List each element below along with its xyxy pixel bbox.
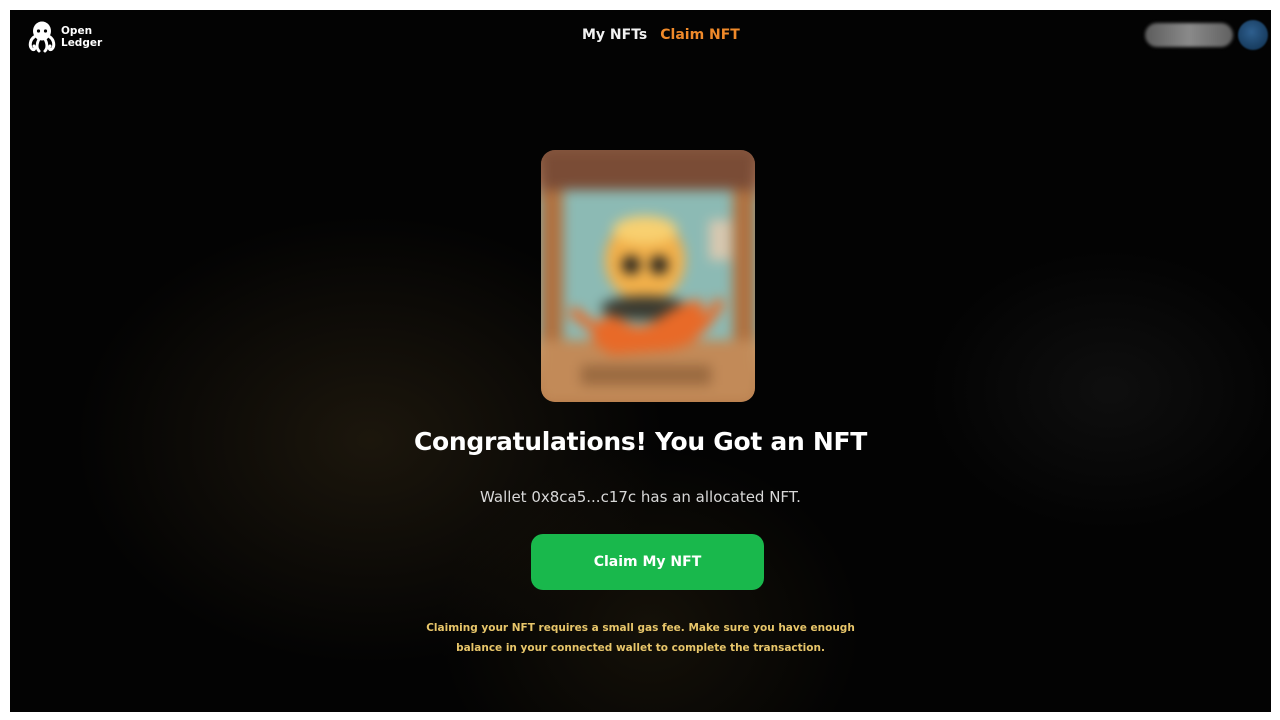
avatar[interactable] [1238, 20, 1268, 50]
top-nav: My NFTs Claim NFT [582, 27, 740, 43]
nav-my-nfts[interactable]: My NFTs [582, 27, 647, 43]
gas-fee-note: Claiming your NFT requires a small gas f… [426, 622, 855, 654]
logo-line-2: Ledger [61, 37, 103, 49]
nav-claim-nft[interactable]: Claim NFT [660, 27, 740, 43]
page-title: Congratulations! You Got an NFT [413, 427, 868, 456]
nft-image [541, 150, 755, 402]
octopus-icon [28, 21, 56, 53]
app-frame: Open Ledger My NFTs Claim NFT Congratula… [10, 10, 1271, 712]
logo[interactable]: Open Ledger [27, 20, 102, 54]
logo-text: Open Ledger [61, 25, 102, 49]
wallet-allocation-message: Wallet 0x8ca5...c17c has an allocated NF… [480, 488, 801, 506]
wallet-address-pill[interactable] [1145, 23, 1233, 47]
claim-my-nft-button[interactable]: Claim My NFT [531, 534, 764, 590]
logo-line-1: Open [61, 25, 93, 37]
